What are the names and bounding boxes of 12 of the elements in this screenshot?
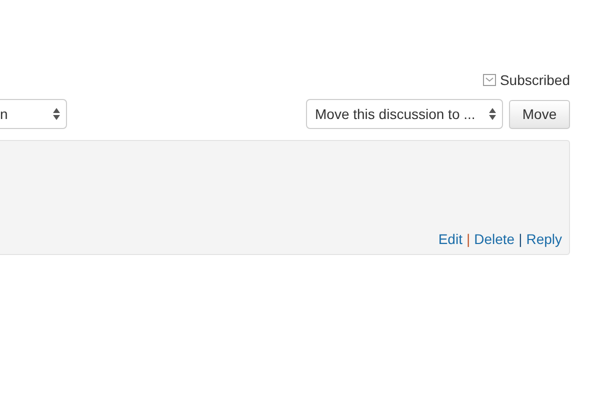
post-action-link[interactable]: Edit <box>438 231 462 247</box>
move-discussion-select[interactable]: Move this discussion to ... <box>306 99 503 129</box>
link-separator: | <box>466 231 470 247</box>
subscribed-label: Subscribed <box>500 72 570 88</box>
move-button[interactable]: Move <box>509 100 570 128</box>
post-action-link[interactable]: Reply <box>526 231 562 247</box>
post-action-link[interactable]: Delete <box>474 231 515 247</box>
envelope-icon <box>482 74 496 86</box>
forum-select[interactable]: n <box>0 99 67 129</box>
link-separator: | <box>518 231 522 247</box>
up-down-arrows-icon <box>489 108 496 120</box>
up-down-arrows-icon <box>53 108 60 120</box>
